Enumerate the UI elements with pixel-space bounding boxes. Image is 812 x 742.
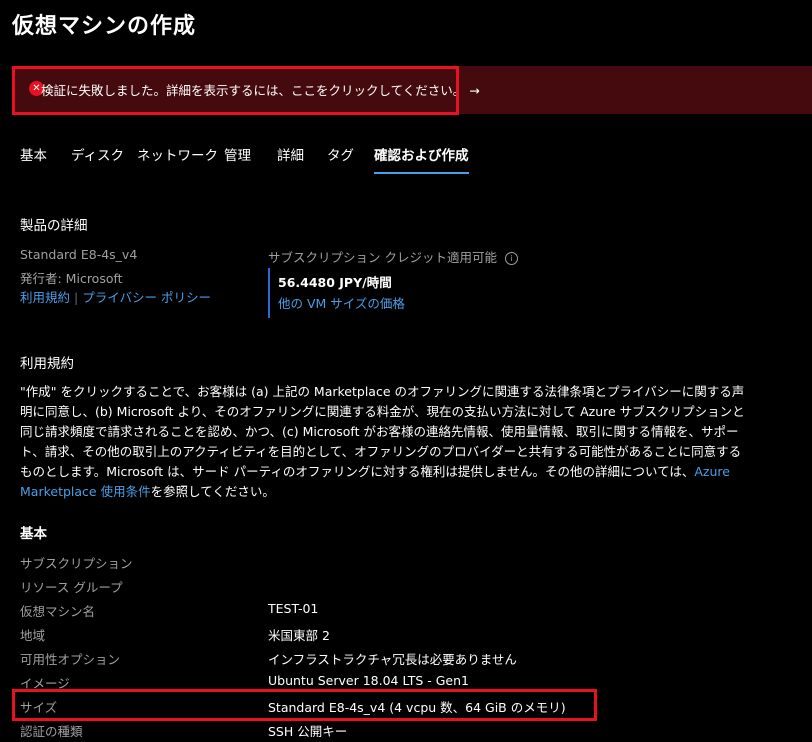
tab-management[interactable]: 管理: [224, 144, 251, 172]
subscription-label: サブスクリプション: [20, 556, 133, 571]
terms-heading: 利用規約: [20, 356, 74, 372]
product-publisher: 発行者: Microsoft: [20, 271, 123, 286]
product-links: 利用規約 | プライバシー ポリシー: [20, 287, 211, 306]
product-name: Standard E8-4s_v4: [20, 247, 138, 262]
terms-body: "作成" をクリックすることで、お客様は (a) 上記の Marketplace…: [20, 382, 750, 502]
image-value: Ubuntu Server 18.04 LTS - Gen1: [268, 673, 469, 688]
region-label: 地域: [20, 628, 46, 643]
vm-name-value: TEST-01: [268, 601, 319, 616]
vm-name-label: 仮想マシン名: [20, 604, 96, 619]
annotation-highlight-box: [12, 66, 459, 115]
terms-of-use-link[interactable]: 利用規約: [20, 290, 70, 305]
tab-tags[interactable]: タグ: [327, 144, 354, 172]
page-title: 仮想マシンの作成: [12, 14, 197, 39]
redacted-resource-group: [250, 570, 530, 594]
tab-disks[interactable]: ディスク: [71, 144, 124, 172]
subscription-credit-label: サブスクリプション クレジット適用可能: [268, 250, 497, 265]
product-details-heading: 製品の詳細: [20, 218, 88, 234]
link-separator: |: [74, 290, 79, 305]
basics-heading: 基本: [20, 526, 47, 542]
terms-text: "作成" をクリックすることで、お客様は (a) 上記の Marketplace…: [20, 384, 745, 479]
tab-networking[interactable]: ネットワーク: [137, 144, 218, 172]
resource-group-label: リソース グループ: [20, 580, 123, 595]
privacy-policy-link[interactable]: プライバシー ポリシー: [82, 290, 211, 305]
auth-type-value: SSH 公開キー: [268, 724, 348, 739]
tab-advanced[interactable]: 詳細: [277, 144, 304, 172]
auth-type-label: 認証の種類: [20, 724, 83, 739]
price-value: 56.4480 JPY/時間: [278, 275, 392, 290]
info-icon[interactable]: i: [504, 252, 518, 265]
size-highlight-box: [12, 689, 597, 721]
tab-basics[interactable]: 基本: [20, 144, 47, 172]
availability-value: インフラストラクチャ冗長は必要ありません: [268, 652, 517, 667]
other-vm-prices-link[interactable]: 他の VM サイズの価格: [278, 293, 405, 312]
subscription-credit-note: サブスクリプション クレジット適用可能 i: [268, 247, 518, 266]
terms-text-end: を参照してください。: [150, 484, 275, 499]
redacted-subscription: [243, 543, 533, 570]
region-value: 米国東部 2: [268, 628, 330, 643]
tab-review-create[interactable]: 確認および作成: [374, 144, 469, 174]
availability-label: 可用性オプション: [20, 652, 121, 667]
price-accent-bar: [268, 268, 270, 318]
